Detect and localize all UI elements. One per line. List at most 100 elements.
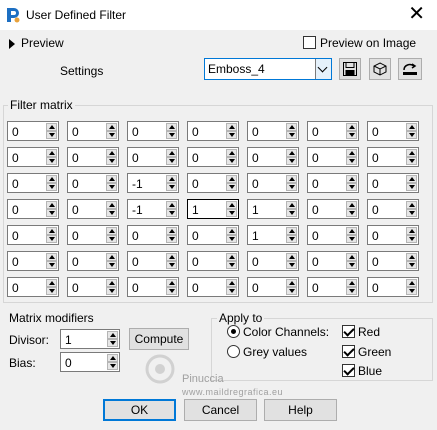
spin-up-icon[interactable] <box>226 227 237 235</box>
resource-preset-button[interactable] <box>369 58 391 80</box>
spin-down-icon[interactable] <box>406 183 417 191</box>
matrix-cell[interactable]: 0 <box>307 277 359 297</box>
spin-down-icon[interactable] <box>166 131 177 139</box>
matrix-cell[interactable]: 0 <box>367 147 419 167</box>
divisor-spinner[interactable]: 1 <box>60 329 120 349</box>
spin-down-icon[interactable] <box>286 209 297 217</box>
spin-up-icon[interactable] <box>166 227 177 235</box>
spin-down-icon[interactable] <box>226 261 237 269</box>
spin-up-icon[interactable] <box>106 149 117 157</box>
spin-up-icon[interactable] <box>346 279 357 287</box>
spin-up-icon[interactable] <box>107 354 118 362</box>
matrix-cell[interactable]: 0 <box>127 225 179 245</box>
spin-up-icon[interactable] <box>166 175 177 183</box>
spin-down-icon[interactable] <box>106 209 117 217</box>
spin-down-icon[interactable] <box>406 287 417 295</box>
matrix-cell[interactable]: 0 <box>7 121 59 141</box>
spin-down-icon[interactable] <box>166 209 177 217</box>
matrix-cell[interactable]: 0 <box>247 121 299 141</box>
spin-up-icon[interactable] <box>166 253 177 261</box>
spin-down-icon[interactable] <box>166 157 177 165</box>
matrix-cell[interactable]: 0 <box>127 147 179 167</box>
spin-down-icon[interactable] <box>286 183 297 191</box>
help-button[interactable]: Help <box>264 399 337 421</box>
spin-down-icon[interactable] <box>106 261 117 269</box>
spin-down-icon[interactable] <box>46 287 57 295</box>
matrix-cell[interactable]: -1 <box>127 199 179 219</box>
spin-up-icon[interactable] <box>46 279 57 287</box>
matrix-cell[interactable]: 0 <box>7 225 59 245</box>
bias-spinner[interactable]: 0 <box>60 352 120 372</box>
preset-dropdown[interactable]: Emboss_4 <box>204 58 332 80</box>
matrix-cell[interactable]: 0 <box>187 173 239 193</box>
matrix-cell[interactable]: 0 <box>307 199 359 219</box>
spin-down-icon[interactable] <box>346 131 357 139</box>
spin-down-icon[interactable] <box>406 261 417 269</box>
spin-down-icon[interactable] <box>166 287 177 295</box>
spin-up-icon[interactable] <box>166 123 177 131</box>
color-channels-radio[interactable] <box>227 325 240 338</box>
spin-up-icon[interactable] <box>406 253 417 261</box>
spin-down-icon[interactable] <box>107 339 118 347</box>
matrix-cell[interactable]: 0 <box>67 121 119 141</box>
matrix-cell[interactable]: 0 <box>7 173 59 193</box>
spin-down-icon[interactable] <box>46 183 57 191</box>
matrix-cell[interactable]: 0 <box>367 121 419 141</box>
spin-up-icon[interactable] <box>346 201 357 209</box>
spin-down-icon[interactable] <box>107 362 118 370</box>
spin-down-icon[interactable] <box>166 235 177 243</box>
spin-down-icon[interactable] <box>226 209 237 217</box>
spin-up-icon[interactable] <box>46 201 57 209</box>
spin-up-icon[interactable] <box>226 201 237 209</box>
matrix-cell[interactable]: 0 <box>187 277 239 297</box>
spin-down-icon[interactable] <box>286 235 297 243</box>
spin-up-icon[interactable] <box>346 175 357 183</box>
spin-down-icon[interactable] <box>286 157 297 165</box>
matrix-cell[interactable]: 0 <box>67 173 119 193</box>
spin-up-icon[interactable] <box>346 123 357 131</box>
matrix-cell[interactable]: 0 <box>367 277 419 297</box>
spin-up-icon[interactable] <box>286 123 297 131</box>
spin-down-icon[interactable] <box>106 157 117 165</box>
ok-button[interactable]: OK <box>103 399 176 421</box>
spin-up-icon[interactable] <box>46 175 57 183</box>
matrix-cell[interactable]: 0 <box>307 121 359 141</box>
matrix-cell[interactable]: 0 <box>307 173 359 193</box>
matrix-cell[interactable]: 0 <box>367 225 419 245</box>
matrix-cell[interactable]: 0 <box>7 199 59 219</box>
matrix-cell[interactable]: 0 <box>247 173 299 193</box>
spin-down-icon[interactable] <box>346 235 357 243</box>
spin-up-icon[interactable] <box>106 123 117 131</box>
matrix-cell[interactable]: 1 <box>247 199 299 219</box>
spin-down-icon[interactable] <box>46 209 57 217</box>
spin-down-icon[interactable] <box>406 235 417 243</box>
preview-on-image-checkbox[interactable] <box>303 36 316 49</box>
spin-down-icon[interactable] <box>106 183 117 191</box>
spin-up-icon[interactable] <box>166 149 177 157</box>
spin-down-icon[interactable] <box>166 261 177 269</box>
matrix-cell[interactable]: 0 <box>67 147 119 167</box>
matrix-cell[interactable]: 0 <box>187 251 239 271</box>
matrix-cell[interactable]: 0 <box>67 251 119 271</box>
spin-up-icon[interactable] <box>46 253 57 261</box>
spin-up-icon[interactable] <box>286 149 297 157</box>
red-checkbox[interactable] <box>342 325 355 338</box>
spin-up-icon[interactable] <box>286 279 297 287</box>
matrix-cell[interactable]: 0 <box>187 225 239 245</box>
matrix-cell[interactable]: 0 <box>127 277 179 297</box>
spin-down-icon[interactable] <box>406 157 417 165</box>
spin-up-icon[interactable] <box>406 149 417 157</box>
matrix-cell[interactable]: 0 <box>7 277 59 297</box>
spin-down-icon[interactable] <box>46 235 57 243</box>
matrix-cell[interactable]: 0 <box>187 147 239 167</box>
spin-down-icon[interactable] <box>406 131 417 139</box>
spin-down-icon[interactable] <box>226 131 237 139</box>
spin-up-icon[interactable] <box>406 175 417 183</box>
spin-up-icon[interactable] <box>107 331 118 339</box>
save-preset-button[interactable] <box>339 58 361 80</box>
spin-down-icon[interactable] <box>286 131 297 139</box>
blue-checkbox[interactable] <box>342 364 355 377</box>
spin-up-icon[interactable] <box>406 123 417 131</box>
spin-down-icon[interactable] <box>46 157 57 165</box>
matrix-cell[interactable]: 1 <box>187 199 239 219</box>
